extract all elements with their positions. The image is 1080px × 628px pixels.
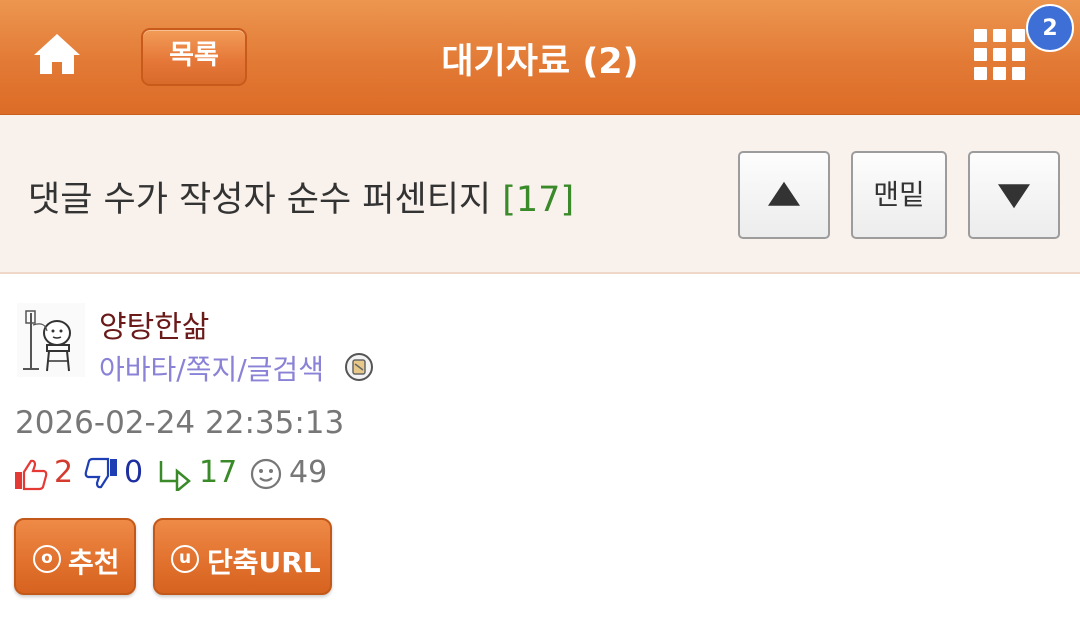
reply-arrow-icon (157, 457, 193, 499)
likes-count: 2 (54, 455, 74, 490)
avatar[interactable] (17, 303, 85, 377)
notification-badge[interactable]: 2 (1026, 4, 1074, 52)
author-links[interactable]: 아바타/쪽지/글검색 (99, 348, 324, 388)
recommend-label: 추천 (68, 546, 120, 579)
smiley-views-icon (249, 457, 283, 499)
post-date: 2026-02-24 22:35:13 (15, 405, 345, 441)
scroll-down-button[interactable] (968, 151, 1060, 239)
triangle-up-icon (768, 181, 800, 206)
short-url-icon: u (171, 545, 199, 573)
thumbs-down-icon (84, 457, 118, 499)
replies-count: 17 (199, 455, 238, 490)
dislikes-count: 0 (124, 455, 144, 490)
post-title: 댓글 수가 작성자 순수 퍼센티지 [17] (28, 171, 574, 222)
scroll-up-button[interactable] (738, 151, 830, 239)
short-url-label: 단축URL (207, 546, 321, 579)
triangle-down-icon (998, 184, 1030, 209)
comment-count: [17] (502, 180, 575, 220)
author-name[interactable]: 양탕한삶 (99, 302, 209, 346)
thumbs-up-icon (14, 457, 48, 499)
recommend-button[interactable]: o 추천 (14, 518, 136, 595)
short-url-button[interactable]: u 단축URL (153, 518, 332, 595)
recommend-icon: o (33, 545, 61, 573)
post-title-bar: 댓글 수가 작성자 순수 퍼센티지 [17] 맨밑 (0, 115, 1080, 274)
menu-grid-icon[interactable] (972, 27, 1032, 87)
member-level-icon (344, 352, 374, 382)
views-count: 49 (289, 455, 328, 490)
scroll-bottom-button[interactable]: 맨밑 (851, 151, 947, 239)
page-title: 대기자료 (2) (441, 42, 639, 82)
post-title-text: 댓글 수가 작성자 순수 퍼센티지 (28, 180, 492, 220)
top-header: 목록 대기자료 (2) 2 (0, 0, 1080, 115)
